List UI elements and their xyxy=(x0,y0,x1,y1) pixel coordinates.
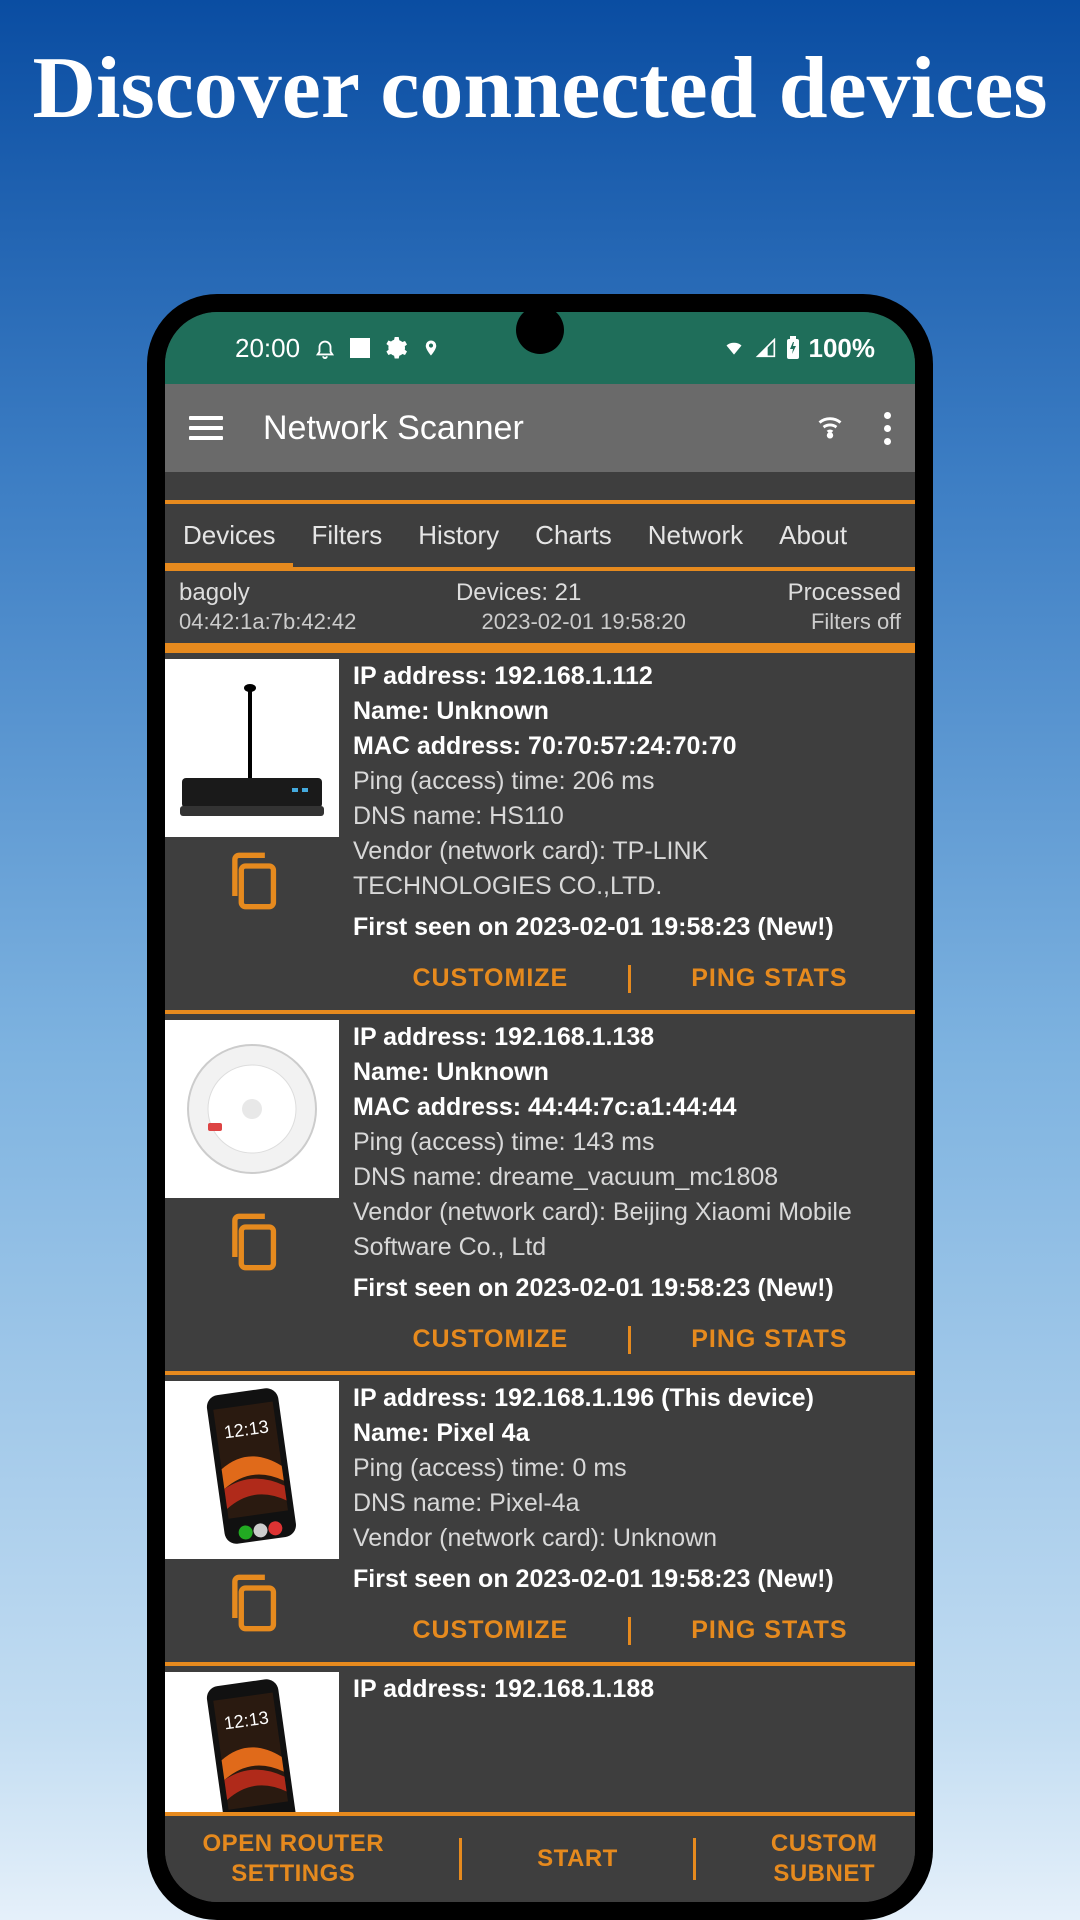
tab-network[interactable]: Network xyxy=(630,504,761,567)
device-count: Devices: 21 xyxy=(456,579,581,607)
device-thumbnail xyxy=(165,1020,339,1198)
divider xyxy=(628,965,631,993)
menu-icon[interactable] xyxy=(189,416,223,440)
device-item[interactable]: IP address: 192.168.1.112Name: UnknownMA… xyxy=(165,653,915,1014)
divider xyxy=(628,1617,631,1645)
status-line-2: 04:42:1a:7b:42:42 2023-02-01 19:58:20 Fi… xyxy=(165,609,915,643)
device-thumbnail: 12:13 xyxy=(165,1672,339,1812)
custom-subnet-button[interactable]: CUSTOMSUBNET xyxy=(771,1829,878,1889)
statusbar-battery: 100% xyxy=(809,333,876,364)
device-thumbnail: 12:13 xyxy=(165,1381,339,1559)
tab-charts[interactable]: Charts xyxy=(517,504,630,567)
tab-row: DevicesFiltersHistoryChartsNetworkAbout xyxy=(165,500,915,571)
device-list[interactable]: IP address: 192.168.1.112Name: UnknownMA… xyxy=(165,653,915,1812)
device-actions: CUSTOMIZE PING STATS xyxy=(353,945,907,1010)
host-name: bagoly xyxy=(179,579,250,607)
battery-icon xyxy=(785,336,801,360)
divider xyxy=(165,643,915,653)
device-info: IP address: 192.168.1.112Name: UnknownMA… xyxy=(345,653,915,1010)
processed-label: Processed xyxy=(788,579,901,607)
statusbar-time: 20:00 xyxy=(235,333,300,364)
copy-icon[interactable] xyxy=(226,1573,278,1638)
wifi-icon xyxy=(721,338,747,358)
bottombar: OPEN ROUTERSETTINGS START CUSTOMSUBNET xyxy=(165,1812,915,1902)
device-actions: CUSTOMIZE PING STATS xyxy=(353,1306,907,1371)
bell-icon xyxy=(314,336,336,360)
phone-frame: 20:00 xyxy=(147,294,933,1920)
device-item[interactable]: 12:13IP address: 192.168.1.196 (This dev… xyxy=(165,1375,915,1666)
location-icon xyxy=(422,336,440,360)
customize-button[interactable]: CUSTOMIZE xyxy=(412,961,568,996)
tab-filters[interactable]: Filters xyxy=(293,504,400,567)
host-mac: 04:42:1a:7b:42:42 xyxy=(179,609,356,635)
ping-stats-button[interactable]: PING STATS xyxy=(691,961,847,996)
promo-title: Discover connected devices xyxy=(0,0,1080,149)
ping-stats-button[interactable]: PING STATS xyxy=(691,1613,847,1648)
device-thumbnail xyxy=(165,659,339,837)
wifi-action-icon[interactable] xyxy=(812,412,848,445)
appbar: Network Scanner xyxy=(165,384,915,472)
square-icon xyxy=(350,338,370,358)
start-button[interactable]: START xyxy=(537,1844,618,1874)
customize-button[interactable]: CUSTOMIZE xyxy=(412,1322,568,1357)
device-thumb-col: 12:13 xyxy=(165,1666,345,1812)
device-actions: CUSTOMIZE PING STATS xyxy=(353,1597,907,1662)
device-thumb-col: 12:13 xyxy=(165,1375,345,1662)
scan-timestamp: 2023-02-01 19:58:20 xyxy=(482,609,686,635)
gear-icon xyxy=(384,336,408,360)
phone-screen: 20:00 xyxy=(165,312,915,1902)
device-info: IP address: 192.168.1.196 (This device)N… xyxy=(345,1375,915,1662)
signal-icon xyxy=(755,338,777,358)
open-router-button[interactable]: OPEN ROUTERSETTINGS xyxy=(203,1829,385,1889)
copy-icon[interactable] xyxy=(226,851,278,916)
device-item[interactable]: IP address: 192.168.1.138Name: UnknownMA… xyxy=(165,1014,915,1375)
tab-about[interactable]: About xyxy=(761,504,865,567)
divider xyxy=(693,1838,696,1880)
ping-stats-button[interactable]: PING STATS xyxy=(691,1322,847,1357)
device-info: IP address: 192.168.1.138Name: UnknownMA… xyxy=(345,1014,915,1371)
copy-icon[interactable] xyxy=(226,1212,278,1277)
tab-devices[interactable]: Devices xyxy=(165,504,293,567)
device-thumb-col xyxy=(165,1014,345,1371)
divider xyxy=(628,1326,631,1354)
divider xyxy=(459,1838,462,1880)
more-icon[interactable] xyxy=(884,412,891,445)
tab-history[interactable]: History xyxy=(400,504,517,567)
app-title: Network Scanner xyxy=(263,409,772,448)
filters-status: Filters off xyxy=(811,609,901,635)
device-info: IP address: 192.168.1.188 xyxy=(345,1666,915,1812)
status-line-1: bagoly Devices: 21 Processed xyxy=(165,571,915,609)
device-item[interactable]: 12:13IP address: 192.168.1.188 xyxy=(165,1666,915,1812)
customize-button[interactable]: CUSTOMIZE xyxy=(412,1613,568,1648)
content: DevicesFiltersHistoryChartsNetworkAbout … xyxy=(165,472,915,1812)
device-thumb-col xyxy=(165,653,345,1010)
